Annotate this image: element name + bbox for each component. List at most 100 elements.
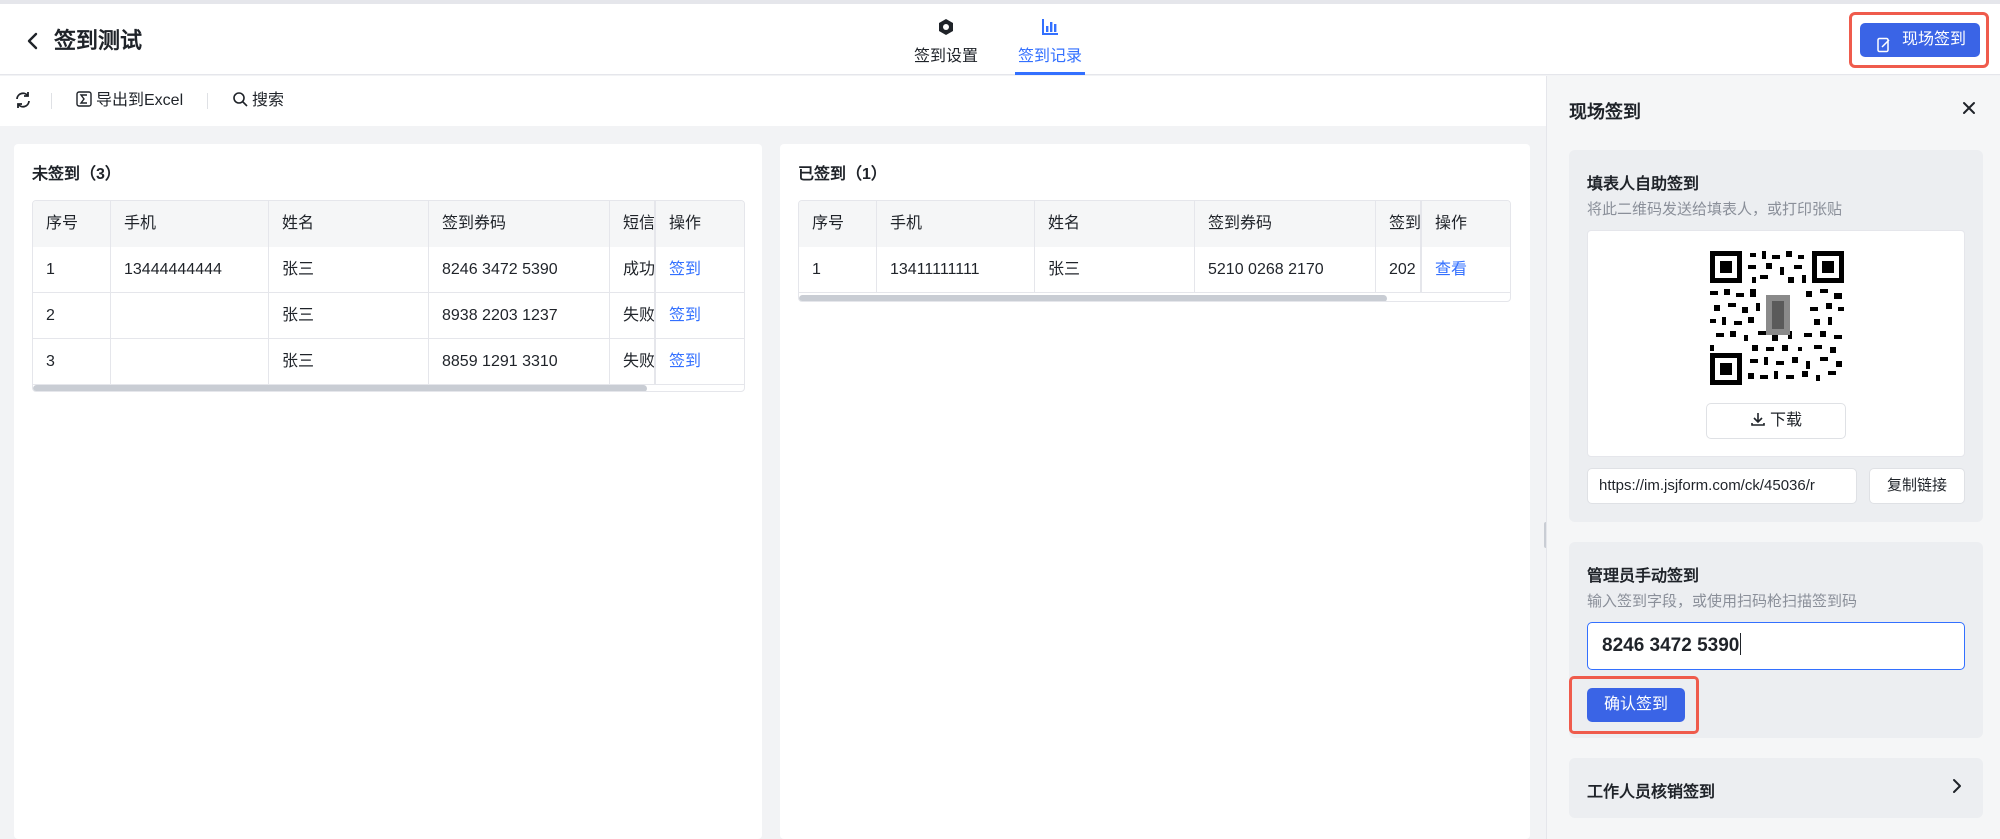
download-label: 下载 xyxy=(1769,412,1802,429)
self-signin-title: 填表人自助签到 xyxy=(1587,176,1700,193)
column-header: 姓名 xyxy=(1035,201,1195,247)
live-signin-label: 现场签到 xyxy=(1902,31,1967,48)
edit-doc-icon xyxy=(1876,32,1892,53)
live-signin-panel: 现场签到 填表人自助签到 将此二维码发送给填表人，或打印张贴 下载 https:… xyxy=(1546,76,2000,839)
toolbar-divider xyxy=(207,93,208,109)
column-header: 签到 xyxy=(1376,201,1421,247)
search-label: 搜索 xyxy=(252,92,285,109)
cell-no: 2 xyxy=(33,293,111,339)
column-header: 签到券码 xyxy=(429,201,610,247)
cell-no: 1 xyxy=(33,247,111,293)
close-icon xyxy=(1963,102,1975,114)
cell-phone: 13444444444 xyxy=(111,247,269,293)
admin-signin-subtitle: 输入签到字段，或使用扫码枪扫描签到码 xyxy=(1587,593,1858,610)
cell-phone xyxy=(111,339,269,385)
live-signin-button[interactable]: 现场签到 xyxy=(1860,23,1980,57)
sigma-icon xyxy=(76,91,92,107)
cell-sms: 失败 xyxy=(610,339,655,385)
toolbar: 导出到Excel 搜索 xyxy=(0,76,1546,126)
cell-name: 张三 xyxy=(1035,247,1195,293)
column-header: 手机 xyxy=(111,201,269,247)
search-icon xyxy=(233,92,248,107)
signin-link[interactable]: 签到 xyxy=(655,293,744,339)
refresh-button[interactable] xyxy=(14,90,32,117)
cell-name: 张三 xyxy=(269,247,429,293)
table-header-row: 序号 手机 姓名 签到券码 签到 操作 xyxy=(799,201,1510,247)
admin-signin-title: 管理员手动签到 xyxy=(1587,568,1700,585)
bar-chart-icon xyxy=(1015,16,1085,38)
cell-name: 张三 xyxy=(269,293,429,339)
cell-code: 5210 0268 2170 xyxy=(1195,247,1376,293)
export-excel-button[interactable]: 导出到Excel xyxy=(76,90,183,112)
copy-link-button[interactable]: 复制链接 xyxy=(1869,468,1965,504)
cell-no: 1 xyxy=(799,247,877,293)
table-row: 1 13411111111 张三 5210 0268 2170 202 查看 xyxy=(799,247,1510,293)
refresh-icon xyxy=(16,92,30,108)
column-header: 序号 xyxy=(799,201,877,247)
column-header: 短信 xyxy=(610,201,655,247)
table-row: 2 张三 8938 2203 1237 失败 签到 xyxy=(33,293,744,339)
download-icon xyxy=(1751,413,1765,426)
column-header: 序号 xyxy=(33,201,111,247)
cell-code: 8859 1291 3310 xyxy=(429,339,610,385)
table-row: 1 13444444444 张三 8246 3472 5390 成功 签到 xyxy=(33,247,744,293)
self-signin-subtitle: 将此二维码发送给填表人，或打印张贴 xyxy=(1587,201,1843,218)
toolbar-divider xyxy=(51,93,52,109)
app-header: 签到测试 签到设置 签到记录 现场签到 xyxy=(0,4,2000,75)
confirm-button-highlight: 确认签到 xyxy=(1569,676,1699,734)
staff-signin-section[interactable]: 工作人员核销签到 xyxy=(1569,758,1983,818)
signin-code-input[interactable]: 8246 3472 5390 xyxy=(1587,622,1965,670)
column-header: 姓名 xyxy=(269,201,429,247)
self-signin-section: 填表人自助签到 将此二维码发送给填表人，或打印张贴 下载 https://im.… xyxy=(1569,150,1983,522)
signed-title: 已签到（1） xyxy=(798,166,887,183)
cell-code: 8246 3472 5390 xyxy=(429,247,610,293)
unsigned-card: 未签到（3） 序号 手机 姓名 签到券码 短信 操作 1 13444444444… xyxy=(14,144,762,839)
unsigned-table: 序号 手机 姓名 签到券码 短信 操作 1 13444444444 张三 824… xyxy=(32,200,745,392)
tab-records-label: 签到记录 xyxy=(1017,48,1082,65)
download-button[interactable]: 下载 xyxy=(1706,403,1846,439)
cell-sms: 成功 xyxy=(610,247,655,293)
tab-settings-label: 签到设置 xyxy=(913,48,978,65)
cell-phone xyxy=(111,293,269,339)
view-link[interactable]: 查看 xyxy=(1421,247,1510,293)
live-button-highlight: 现场签到 xyxy=(1849,12,1989,68)
column-header: 操作 xyxy=(1421,201,1510,247)
text-cursor xyxy=(1740,633,1742,655)
admin-signin-section: 管理员手动签到 输入签到字段，或使用扫码枪扫描签到码 8246 3472 539… xyxy=(1569,542,1983,738)
horizontal-scrollbar[interactable] xyxy=(799,295,1387,301)
column-header: 签到券码 xyxy=(1195,201,1376,247)
signed-card: 已签到（1） 序号 手机 姓名 签到券码 签到 操作 1 13411111111… xyxy=(780,144,1530,839)
table-header-row: 序号 手机 姓名 签到券码 短信 操作 xyxy=(33,201,744,247)
close-button[interactable] xyxy=(1959,96,1979,125)
signin-link[interactable]: 签到 xyxy=(655,339,744,385)
signin-code-value: 8246 3472 5390 xyxy=(1602,635,1740,656)
qr-code xyxy=(1710,251,1844,385)
cell-signin-time: 202 xyxy=(1376,247,1421,293)
cell-no: 3 xyxy=(33,339,111,385)
unsigned-title: 未签到（3） xyxy=(32,166,121,183)
cell-sms: 失败 xyxy=(610,293,655,339)
cell-phone: 13411111111 xyxy=(877,247,1035,293)
cell-name: 张三 xyxy=(269,339,429,385)
confirm-signin-button[interactable]: 确认签到 xyxy=(1587,688,1685,722)
tab-records[interactable]: 签到记录 xyxy=(1015,16,1085,75)
qr-code-box: 下载 xyxy=(1587,230,1965,457)
tab-settings[interactable]: 签到设置 xyxy=(905,16,987,75)
panel-title: 现场签到 xyxy=(1569,102,1641,122)
signin-link[interactable]: 签到 xyxy=(655,247,744,293)
chevron-left-icon xyxy=(27,32,38,50)
signin-url-field[interactable]: https://im.jsjform.com/ck/45036/r xyxy=(1587,468,1857,504)
back-button[interactable] xyxy=(22,26,44,56)
horizontal-scrollbar[interactable] xyxy=(33,385,647,391)
staff-signin-title: 工作人员核销签到 xyxy=(1587,784,1716,801)
hexagon-settings-icon xyxy=(905,16,987,38)
cell-code: 8938 2203 1237 xyxy=(429,293,610,339)
column-header: 手机 xyxy=(877,201,1035,247)
chevron-right-icon xyxy=(1949,774,1965,803)
signed-table: 序号 手机 姓名 签到券码 签到 操作 1 13411111111 张三 521… xyxy=(798,200,1511,302)
page-title: 签到测试 xyxy=(54,28,143,53)
export-label: 导出到Excel xyxy=(96,92,184,109)
search-button[interactable]: 搜索 xyxy=(232,90,284,112)
column-header: 操作 xyxy=(655,201,744,247)
table-row: 3 张三 8859 1291 3310 失败 签到 xyxy=(33,339,744,385)
